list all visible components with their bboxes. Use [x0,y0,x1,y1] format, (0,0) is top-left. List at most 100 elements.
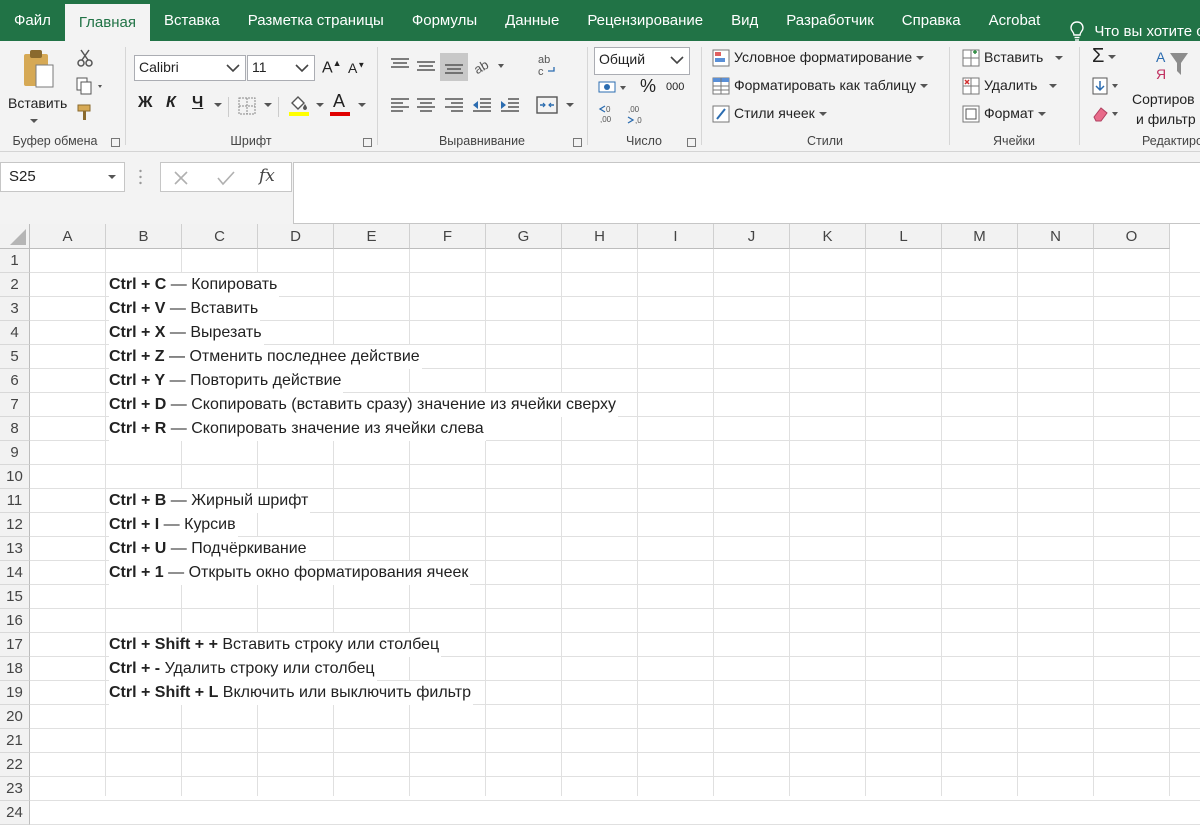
row-header-18[interactable]: 18 [0,657,30,681]
tab-4[interactable]: Формулы [398,0,491,41]
align-bottom-button[interactable] [440,53,468,81]
row-header-6[interactable]: 6 [0,369,30,393]
row-header-11[interactable]: 11 [0,489,30,513]
font-color-button[interactable]: A [330,91,352,117]
tab-5[interactable]: Данные [491,0,573,41]
format-as-table-button[interactable]: Форматировать как таблицу [712,75,942,97]
cell-styles-button[interactable]: Стили ячеек [712,103,942,125]
number-launcher-icon[interactable] [687,138,696,147]
row-header-20[interactable]: 20 [0,705,30,729]
column-header-o[interactable]: O [1094,224,1170,249]
column-header-h[interactable]: H [562,224,638,249]
number-format-select[interactable]: Общий [594,47,690,75]
tab-3[interactable]: Разметка страницы [234,0,398,41]
column-header-m[interactable]: M [942,224,1018,249]
row-header-4[interactable]: 4 [0,321,30,345]
cell-b7[interactable]: Ctrl + D — Скопировать (вставить сразу) … [109,393,618,417]
column-header-n[interactable]: N [1018,224,1094,249]
conditional-formatting-button[interactable]: Условное форматирование [712,47,942,69]
row-header-24[interactable]: 24 [0,801,30,825]
sort-filter-button[interactable]: А Я Сортиров и фильтр [1130,47,1200,133]
row-header-7[interactable]: 7 [0,393,30,417]
column-header-f[interactable]: F [410,224,486,249]
align-left-icon[interactable] [390,97,410,113]
column-header-e[interactable]: E [334,224,410,249]
tab-9[interactable]: Справка [888,0,975,41]
cell-b12[interactable]: Ctrl + I — Курсив [109,513,238,537]
fill-down-icon[interactable] [1092,77,1122,95]
underline-button[interactable]: Ч [192,94,203,112]
chevron-down-icon[interactable] [358,103,366,107]
decrease-indent-icon[interactable] [472,97,492,113]
wrap-text-icon[interactable]: abc [536,53,558,79]
row-header-22[interactable]: 22 [0,753,30,777]
row-header-8[interactable]: 8 [0,417,30,441]
align-right-icon[interactable] [444,97,464,113]
tab-0[interactable]: Файл [0,0,65,41]
tell-me-search[interactable]: Что вы хотите сделать [1054,21,1200,41]
row-header-5[interactable]: 5 [0,345,30,369]
tab-1[interactable]: Главная [64,4,150,41]
borders-icon[interactable] [238,97,258,115]
italic-button[interactable]: К [166,94,176,112]
clipboard-launcher-icon[interactable] [111,138,120,147]
clear-icon[interactable] [1092,105,1122,123]
tab-7[interactable]: Вид [717,0,772,41]
font-launcher-icon[interactable] [363,138,372,147]
row-header-19[interactable]: 19 [0,681,30,705]
tab-10[interactable]: Acrobat [975,0,1055,41]
chevron-down-icon[interactable] [316,103,324,107]
cell-b2[interactable]: Ctrl + C — Копировать [109,273,280,297]
insert-function-button[interactable]: fx [259,166,275,186]
cell-b8[interactable]: Ctrl + R — Скопировать значение из ячейк… [109,417,486,441]
column-header-l[interactable]: L [866,224,942,249]
paste-button[interactable]: Вставить [4,47,68,131]
row-header-16[interactable]: 16 [0,609,30,633]
cell-b11[interactable]: Ctrl + B — Жирный шрифт [109,489,311,513]
tab-8[interactable]: Разработчик [772,0,887,41]
formula-input[interactable] [293,162,1200,224]
increase-indent-icon[interactable] [500,97,520,113]
row-header-23[interactable]: 23 [0,777,30,801]
column-header-b[interactable]: B [106,224,182,249]
column-header-j[interactable]: J [714,224,790,249]
thousands-button[interactable]: 000 [666,81,684,93]
percent-button[interactable]: % [640,76,656,97]
align-top-icon[interactable] [390,57,410,73]
select-all-button[interactable] [0,224,30,249]
row-header-12[interactable]: 12 [0,513,30,537]
copy-icon[interactable] [76,77,106,95]
cell-b19[interactable]: Ctrl + Shift + L Включить или выключить … [109,681,473,705]
cell-b5[interactable]: Ctrl + Z — Отменить последнее действие [109,345,422,369]
row-header-3[interactable]: 3 [0,297,30,321]
row-header-10[interactable]: 10 [0,465,30,489]
format-painter-icon[interactable] [76,103,96,121]
tab-6[interactable]: Рецензирование [573,0,717,41]
align-middle-icon[interactable] [416,57,436,73]
grow-font-button[interactable]: A▲ [322,58,342,77]
row-header-14[interactable]: 14 [0,561,30,585]
shrink-font-button[interactable]: A▼ [348,60,365,76]
align-center-icon[interactable] [416,97,436,113]
merge-center-icon[interactable] [536,95,558,115]
row-header-9[interactable]: 9 [0,441,30,465]
cut-icon[interactable] [76,49,94,67]
cell-b6[interactable]: Ctrl + Y — Повторить действие [109,369,344,393]
cell-b3[interactable]: Ctrl + V — Вставить [109,297,261,321]
column-header-g[interactable]: G [486,224,562,249]
row-header-21[interactable]: 21 [0,729,30,753]
cell-b17[interactable]: Ctrl + Shift + + Вставить строку или сто… [109,633,442,657]
currency-icon[interactable] [598,79,628,97]
chevron-down-icon[interactable] [264,103,272,107]
fill-color-icon[interactable] [288,93,310,117]
row-header-17[interactable]: 17 [0,633,30,657]
cell-b18[interactable]: Ctrl + - Удалить строку или столбец [109,657,377,681]
chevron-down-icon[interactable] [214,103,222,107]
increase-decimal-icon[interactable]: 0,00 [598,103,620,125]
column-header-k[interactable]: K [790,224,866,249]
bold-button[interactable]: Ж [138,94,152,112]
row-header-2[interactable]: 2 [0,273,30,297]
row-header-15[interactable]: 15 [0,585,30,609]
column-header-a[interactable]: A [30,224,106,249]
insert-cells-button[interactable]: Вставить [962,47,1074,69]
